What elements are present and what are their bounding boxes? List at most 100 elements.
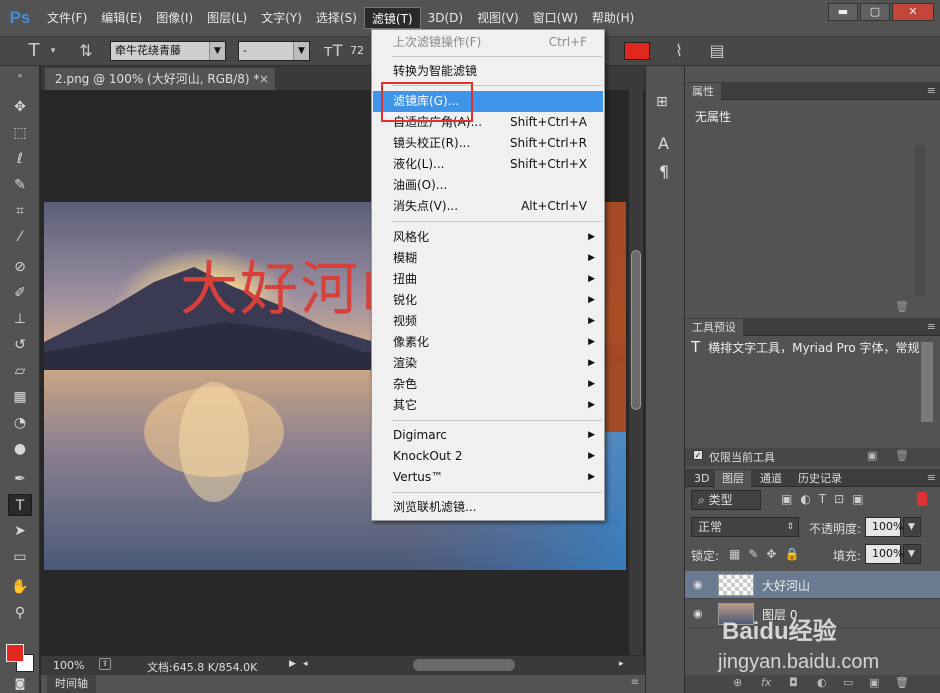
path-select-icon[interactable]: ➤ xyxy=(8,520,32,542)
fill-dropdown[interactable]: ▼ xyxy=(903,544,921,564)
menu-item-last-filter[interactable]: 上次滤镜操作(F) Ctrl+F xyxy=(373,32,603,53)
marquee-icon[interactable]: ⬚ xyxy=(8,122,32,144)
menu-item-sharpen[interactable]: 锐化 ▶ xyxy=(373,290,603,311)
menu-item-lens-correction[interactable]: 镜头校正(R)... Shift+Ctrl+R xyxy=(373,133,603,154)
panel-menu-icon[interactable]: ≡ xyxy=(927,320,936,333)
properties-scroll[interactable] xyxy=(915,146,925,296)
tab-layers[interactable]: 图层 xyxy=(715,470,751,487)
lasso-icon[interactable]: ℓ xyxy=(8,148,32,170)
healing-icon[interactable]: ⊘ xyxy=(8,256,32,278)
menu-type[interactable]: 文字(Y) xyxy=(254,7,309,29)
menu-item-convert-smart-filter[interactable]: 转换为智能滤镜 xyxy=(373,61,603,82)
collapse-icon[interactable]: » xyxy=(8,72,32,80)
eraser-icon[interactable]: ▱ xyxy=(8,360,32,382)
gradient-icon[interactable]: ▦ xyxy=(8,386,32,408)
character-icon[interactable]: A xyxy=(658,134,669,153)
menu-view[interactable]: 视图(V) xyxy=(470,7,526,29)
move-icon[interactable]: ✥ xyxy=(8,96,32,118)
layer-row[interactable]: ◉ 大好河山 xyxy=(685,571,940,599)
tab-properties[interactable]: 属性 xyxy=(685,83,721,100)
tab-tool-presets[interactable]: 工具预设 xyxy=(685,319,743,336)
presets-scrollbar[interactable] xyxy=(921,342,933,422)
maximize-button[interactable]: ▢ xyxy=(860,3,890,21)
info-arrow-icon[interactable]: ▶ xyxy=(289,659,296,669)
opacity-input[interactable]: 100% xyxy=(865,517,903,537)
document-tab[interactable]: 2.png @ 100% (大好河山, RGB/8) * × xyxy=(45,68,275,90)
menu-3d[interactable]: 3D(D) xyxy=(421,7,470,29)
menu-item-vanishing-point[interactable]: 消失点(V)... Alt+Ctrl+V xyxy=(373,196,603,217)
menu-item-pixelate[interactable]: 像素化 ▶ xyxy=(373,332,603,353)
menu-item-distort[interactable]: 扭曲 ▶ xyxy=(373,269,603,290)
menu-item-noise[interactable]: 杂色 ▶ xyxy=(373,374,603,395)
menu-edit[interactable]: 编辑(E) xyxy=(94,7,149,29)
panel-menu-icon[interactable]: ≡ xyxy=(631,677,639,688)
menu-help[interactable]: 帮助(H) xyxy=(585,7,641,29)
menu-item-digimarc[interactable]: Digimarc ▶ xyxy=(373,425,603,446)
filter-toggle[interactable] xyxy=(917,492,927,506)
share-icon[interactable]: ⇪ xyxy=(99,658,111,670)
paragraph-icon[interactable]: ¶ xyxy=(659,162,669,181)
eye-icon[interactable]: ◉ xyxy=(693,607,707,621)
opacity-dropdown[interactable]: ▼ xyxy=(903,517,921,537)
font-style-select[interactable]: - ▼ xyxy=(238,41,310,61)
menu-file[interactable]: 文件(F) xyxy=(40,7,94,29)
font-family-select[interactable]: 牵牛花绕青藤 ▼ xyxy=(110,41,226,61)
menu-item-liquify[interactable]: 液化(L)... Shift+Ctrl+X xyxy=(373,154,603,175)
timeline-tab[interactable]: 时间轴 xyxy=(47,675,96,693)
hand-icon[interactable]: ✋ xyxy=(8,576,32,598)
delete-preset-icon[interactable]: 🗑 xyxy=(895,449,909,462)
blend-mode-select[interactable]: 正常 ⇕ xyxy=(691,517,799,537)
dodge-icon[interactable]: ● xyxy=(8,438,32,460)
type-tool-icon[interactable]: T xyxy=(22,41,46,61)
only-current-checkbox[interactable]: ✓ xyxy=(693,450,703,460)
menu-item-blur[interactable]: 模糊 ▶ xyxy=(373,248,603,269)
layer-name[interactable]: 大好河山 xyxy=(762,577,810,594)
menu-item-other[interactable]: 其它 ▶ xyxy=(373,395,603,416)
scroll-left-icon[interactable]: ◂ xyxy=(303,659,308,669)
eyedropper-icon[interactable]: ⁄ xyxy=(8,226,32,248)
text-color-swatch[interactable] xyxy=(624,42,650,60)
tool-preset-arrow-icon[interactable]: ▾ xyxy=(48,41,58,61)
menu-layer[interactable]: 图层(L) xyxy=(200,7,254,29)
quick-mask-icon[interactable]: ◙ xyxy=(8,676,32,692)
panel-menu-icon[interactable]: ≡ xyxy=(927,471,936,484)
tab-3d[interactable]: 3D xyxy=(687,470,716,487)
menu-item-video[interactable]: 视频 ▶ xyxy=(373,311,603,332)
eye-icon[interactable]: ◉ xyxy=(693,578,707,592)
menu-item-oil-paint[interactable]: 油画(O)... xyxy=(373,175,603,196)
tool-preset-item[interactable]: T 横排文字工具，Myriad Pro 字体，常规 xyxy=(691,338,919,358)
menu-item-stylize[interactable]: 风格化 ▶ xyxy=(373,227,603,248)
font-size-value[interactable]: 72 xyxy=(350,41,370,61)
rectangle-icon[interactable]: ▭ xyxy=(8,546,32,568)
menu-item-browse-filters-online[interactable]: 浏览联机滤镜... xyxy=(373,497,603,518)
blur-icon[interactable]: ◔ xyxy=(8,412,32,434)
lock-icons[interactable]: ▦✎✥🔒 xyxy=(729,547,807,561)
close-button[interactable]: ✕ xyxy=(892,3,934,21)
tab-history[interactable]: 历史记录 xyxy=(791,470,849,487)
menu-image[interactable]: 图像(I) xyxy=(149,7,200,29)
layer-filter-select[interactable]: ⌕ 类型 xyxy=(691,490,761,510)
warp-text-icon[interactable]: ⌇ xyxy=(668,41,690,61)
zoom-level[interactable]: 100% xyxy=(53,659,84,672)
panel-menu-icon[interactable]: ≡ xyxy=(927,84,936,97)
stamp-icon[interactable]: ⊥ xyxy=(8,308,32,330)
menu-item-vertus[interactable]: Vertus™ ▶ xyxy=(373,467,603,488)
crop-icon[interactable]: ⌗ xyxy=(8,200,32,222)
character-panel-icon[interactable]: ▤ xyxy=(706,41,728,61)
history-brush-icon[interactable]: ↺ xyxy=(8,334,32,356)
type-icon[interactable]: T xyxy=(8,494,32,516)
layer-filter-icons[interactable]: ▣◐T⊡▣ xyxy=(781,492,872,506)
horizontal-scrollbar-thumb[interactable] xyxy=(413,659,515,671)
tab-channels[interactable]: 通道 xyxy=(753,470,789,487)
menu-item-knockout[interactable]: KnockOut 2 ▶ xyxy=(373,446,603,467)
pen-icon[interactable]: ✒ xyxy=(8,468,32,490)
scrollbar-thumb[interactable] xyxy=(631,250,641,410)
trash-icon[interactable]: 🗑 xyxy=(895,300,909,313)
text-orientation-icon[interactable]: ⇅ xyxy=(74,41,98,61)
minimize-button[interactable]: ▬ xyxy=(828,3,858,21)
menu-item-render[interactable]: 渲染 ▶ xyxy=(373,353,603,374)
zoom-icon[interactable]: ⚲ xyxy=(8,602,32,624)
quick-select-icon[interactable]: ✎ xyxy=(8,174,32,196)
history-panel-icon[interactable]: ⊞ xyxy=(656,94,668,110)
brush-icon[interactable]: ✐ xyxy=(8,282,32,304)
